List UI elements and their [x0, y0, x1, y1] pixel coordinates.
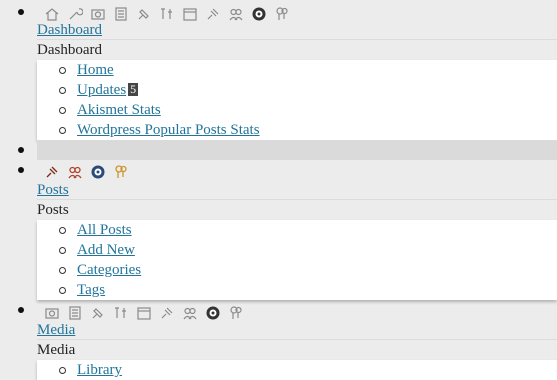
menu-bullet: [18, 9, 24, 15]
submenu-item-home: Home: [37, 60, 557, 80]
settings-icon[interactable]: [274, 6, 290, 22]
posts-link[interactable]: Posts: [37, 181, 69, 199]
pin-icon[interactable]: [205, 6, 221, 22]
submenu-item-updates: Updates 5: [37, 80, 557, 100]
calendar-icon[interactable]: [136, 305, 152, 321]
updates-count-badge: 5: [128, 82, 139, 96]
dashboard-submenu: Home Updates 5 Akismet Stats Wordpress Po…: [37, 60, 557, 140]
media-icon-row: [44, 304, 251, 322]
media-header: Media: [37, 339, 557, 360]
posts-header: Posts: [37, 199, 557, 220]
plugins-icon[interactable]: [159, 6, 175, 22]
home-link[interactable]: Home: [77, 62, 114, 78]
submenu-item-all-posts: All Posts: [37, 220, 557, 240]
posts-submenu: All Posts Add New Categories Tags: [37, 220, 557, 300]
pin-icon[interactable]: [159, 305, 175, 321]
dashboard-link[interactable]: Dashboard: [37, 21, 102, 39]
akismet-stats-link[interactable]: Akismet Stats: [77, 102, 161, 118]
comments-icon[interactable]: [205, 305, 221, 321]
appearance-icon[interactable]: [90, 305, 106, 321]
home-icon[interactable]: [44, 6, 60, 22]
pin-icon[interactable]: [44, 164, 60, 180]
menu-bullet: [18, 307, 24, 313]
users-icon[interactable]: [228, 6, 244, 22]
submenu-item-popular-posts-stats: Wordpress Popular Posts Stats: [37, 120, 557, 140]
users-icon[interactable]: [67, 164, 83, 180]
submenu-item-akismet-stats: Akismet Stats: [37, 100, 557, 120]
menu-separator: [37, 140, 557, 160]
calendar-icon[interactable]: [182, 6, 198, 22]
submenu-item-library: Library: [37, 360, 557, 380]
dashboard-header: Dashboard: [37, 39, 557, 60]
pages-icon[interactable]: [113, 6, 129, 22]
add-new-link[interactable]: Add New: [77, 242, 135, 258]
submenu-item-categories: Categories: [37, 260, 557, 280]
media-submenu: Library: [37, 360, 557, 380]
pages-icon[interactable]: [67, 305, 83, 321]
menu-bullet: [18, 167, 24, 173]
popular-posts-stats-link[interactable]: Wordpress Popular Posts Stats: [77, 122, 260, 138]
tools-icon[interactable]: [67, 6, 83, 22]
settings-icon[interactable]: [228, 305, 244, 321]
categories-link[interactable]: Categories: [77, 262, 141, 278]
submenu-item-add-new: Add New: [37, 240, 557, 260]
users-icon[interactable]: [182, 305, 198, 321]
media-icon[interactable]: [90, 6, 106, 22]
all-posts-link[interactable]: All Posts: [77, 222, 132, 238]
menu-bullet: [18, 147, 24, 153]
comments-icon[interactable]: [251, 6, 267, 22]
posts-icon-row: [44, 163, 136, 181]
library-link[interactable]: Library: [77, 362, 122, 378]
appearance-icon[interactable]: [136, 6, 152, 22]
comments-icon[interactable]: [90, 164, 106, 180]
plugins-icon[interactable]: [113, 305, 129, 321]
media-icon[interactable]: [44, 305, 60, 321]
submenu-item-tags: Tags: [37, 280, 557, 300]
tags-link[interactable]: Tags: [77, 282, 105, 298]
settings-icon[interactable]: [113, 164, 129, 180]
media-link[interactable]: Media: [37, 321, 75, 339]
updates-link[interactable]: Updates: [77, 82, 126, 98]
